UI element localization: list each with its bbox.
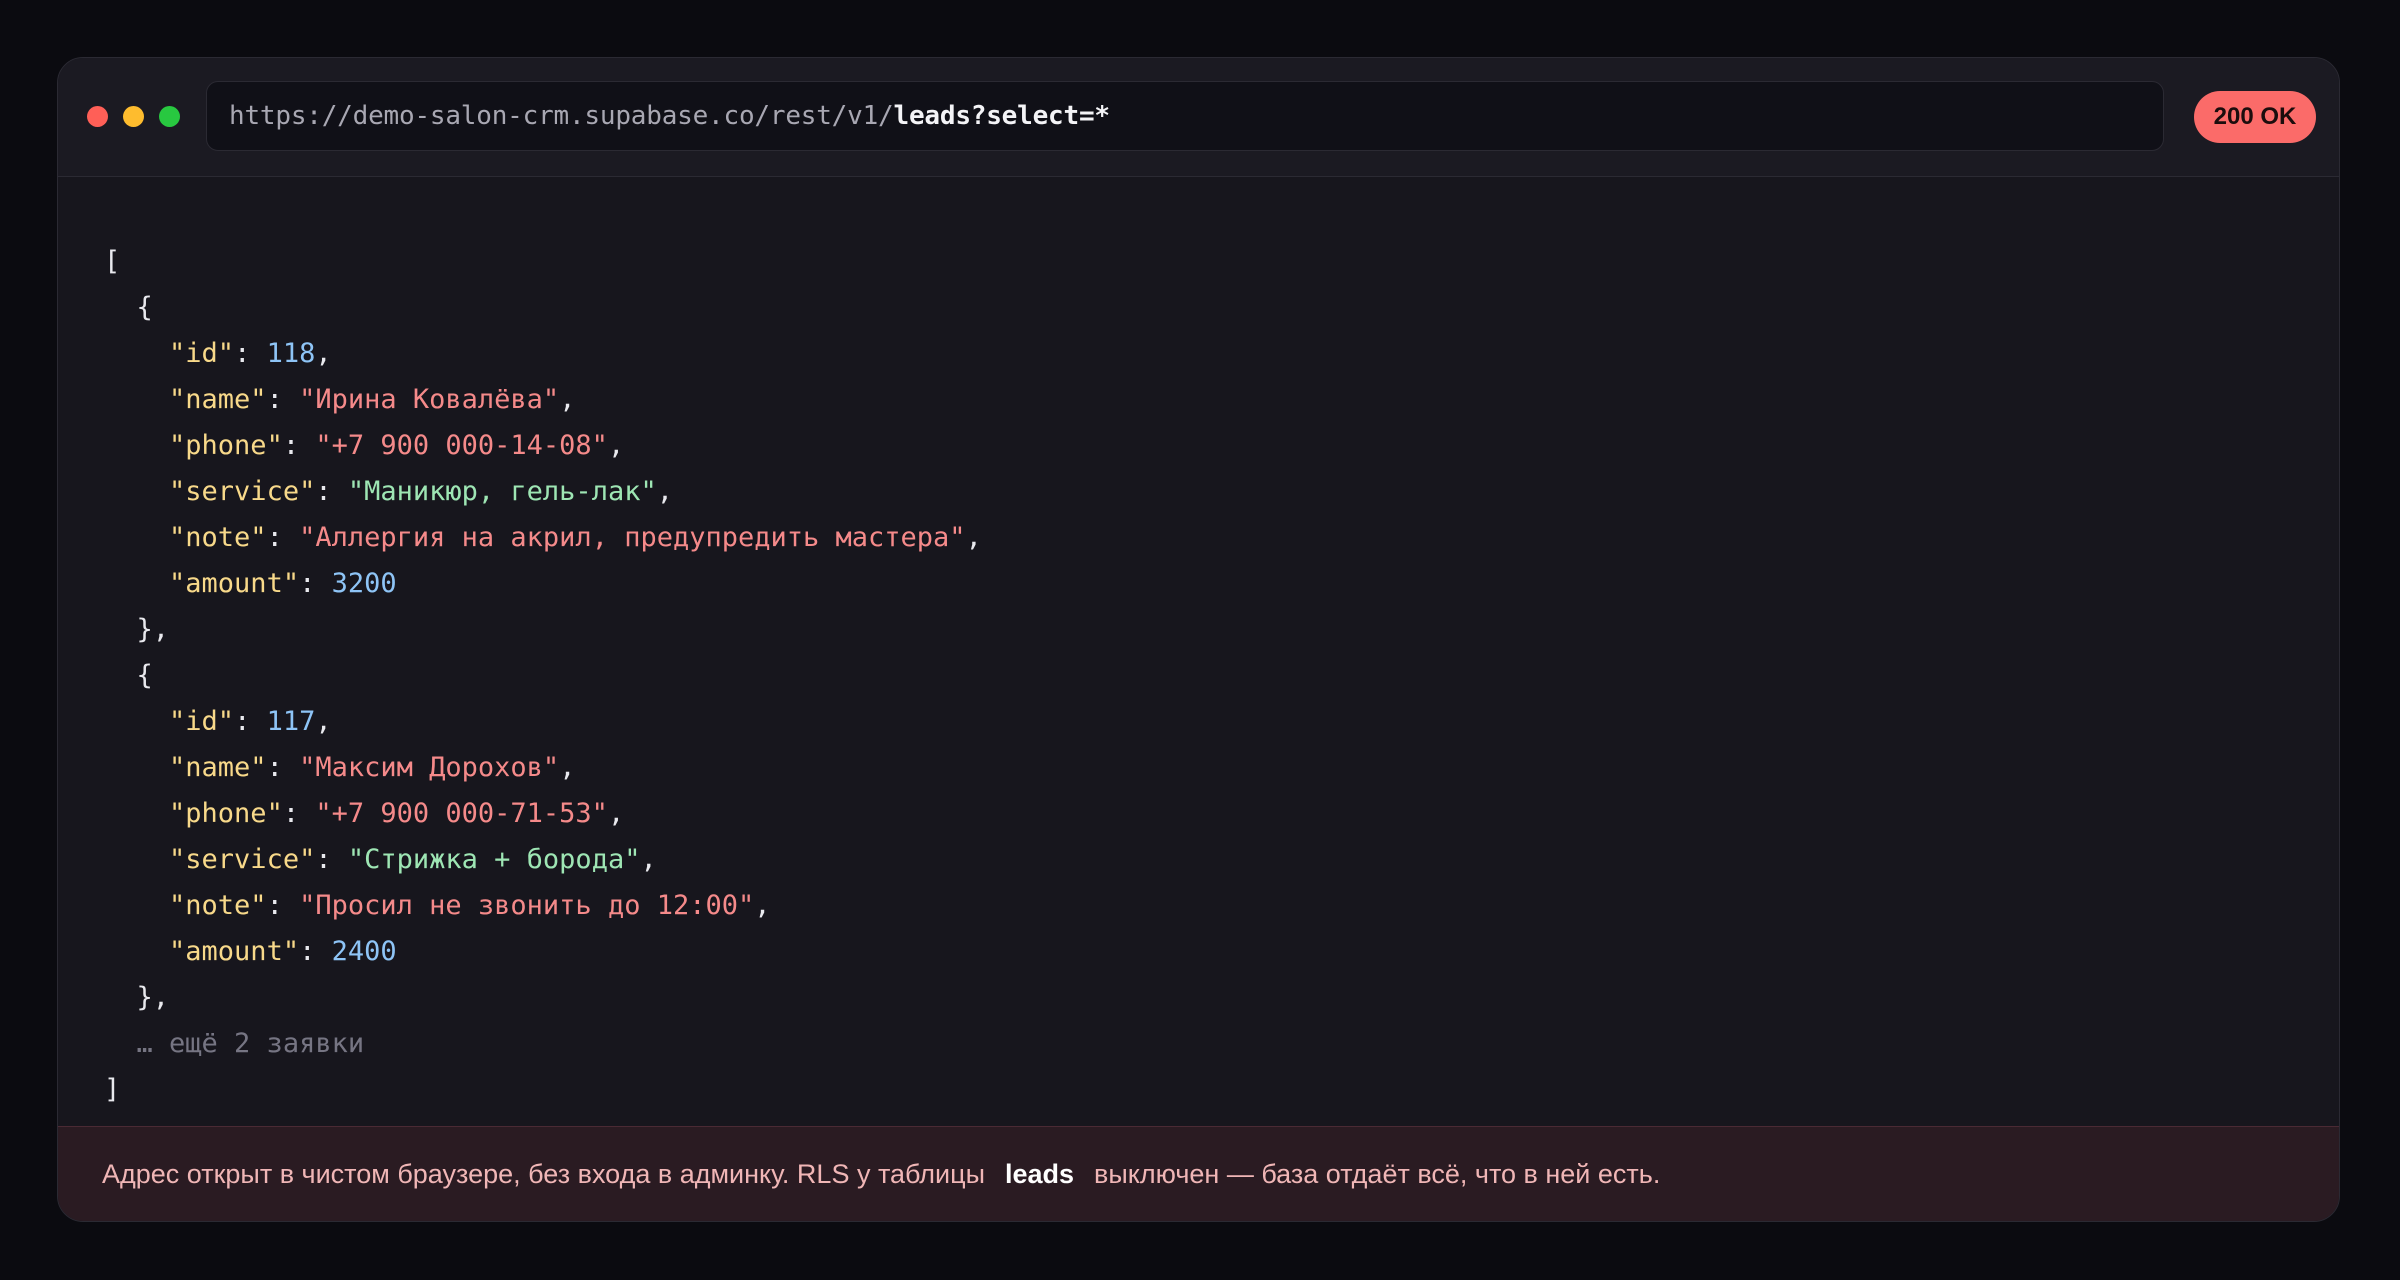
url-path: leads?select=*	[893, 101, 1111, 131]
record-amount: 3200	[331, 568, 397, 599]
json-object-open: {	[104, 292, 153, 323]
record-name: "Максим Дорохов"	[299, 752, 560, 783]
table-name-highlight: leads	[1005, 1158, 1075, 1189]
json-line-phone: "phone": "+7 900 000-14-08",	[169, 430, 625, 461]
json-line-note: "note": "Просил не звонить до 12:00",	[169, 890, 771, 921]
json-line-name: "name": "Ирина Ковалёва",	[169, 384, 576, 415]
browser-window: https://demo-salon-crm.supabase.co/rest/…	[57, 57, 2340, 1222]
json-line-service: "service": "Стрижка + борода",	[169, 844, 657, 875]
minimize-window-button[interactable]	[123, 106, 144, 127]
record-id: 118	[266, 338, 316, 369]
record-id: 117	[266, 706, 316, 737]
more-records-note: … ещё 2 заявки	[136, 1028, 365, 1059]
record-phone: "+7 900 000-71-53"	[315, 798, 608, 829]
record-amount: 2400	[331, 936, 397, 967]
json-open-bracket: [	[104, 246, 121, 277]
status-badge: 200 OK	[2194, 91, 2316, 143]
json-object-open: {	[104, 660, 153, 691]
json-object-close: },	[104, 982, 170, 1013]
json-line-note: "note": "Аллергия на акрил, предупредить…	[169, 522, 982, 553]
record-name: "Ирина Ковалёва"	[299, 384, 560, 415]
json-line-name: "name": "Максим Дорохов",	[169, 752, 576, 783]
warning-text-after: выключен — база отдаёт всё, что в ней ес…	[1094, 1158, 1661, 1189]
record-note: "Аллергия на акрил, предупредить мастера…	[299, 522, 966, 553]
record-service: "Маникюр, гель-лак"	[347, 476, 657, 507]
record-service: "Стрижка + борода"	[347, 844, 641, 875]
json-close-bracket: ]	[104, 1074, 121, 1105]
json-line-phone: "phone": "+7 900 000-71-53",	[169, 798, 625, 829]
close-window-button[interactable]	[87, 106, 108, 127]
record-phone: "+7 900 000-14-08"	[315, 430, 608, 461]
warning-text-before: Адрес открыт в чистом браузере, без вход…	[102, 1158, 985, 1189]
json-line-id: "id": 117,	[169, 706, 332, 737]
url-bar[interactable]: https://demo-salon-crm.supabase.co/rest/…	[206, 81, 2164, 151]
json-line-id: "id": 118,	[169, 338, 332, 369]
url-base: https://demo-salon-crm.supabase.co/rest/…	[229, 101, 894, 131]
record-note: "Просил не звонить до 12:00"	[299, 890, 755, 921]
json-line-service: "service": "Маникюр, гель-лак",	[169, 476, 673, 507]
maximize-window-button[interactable]	[159, 106, 180, 127]
json-line-amount: "amount": 2400	[169, 936, 397, 967]
warning-footer: Адрес открыт в чистом браузере, без вход…	[58, 1126, 2339, 1221]
json-line-amount: "amount": 3200	[169, 568, 397, 599]
title-bar: https://demo-salon-crm.supabase.co/rest/…	[58, 58, 2339, 177]
json-object-close: },	[104, 614, 170, 645]
